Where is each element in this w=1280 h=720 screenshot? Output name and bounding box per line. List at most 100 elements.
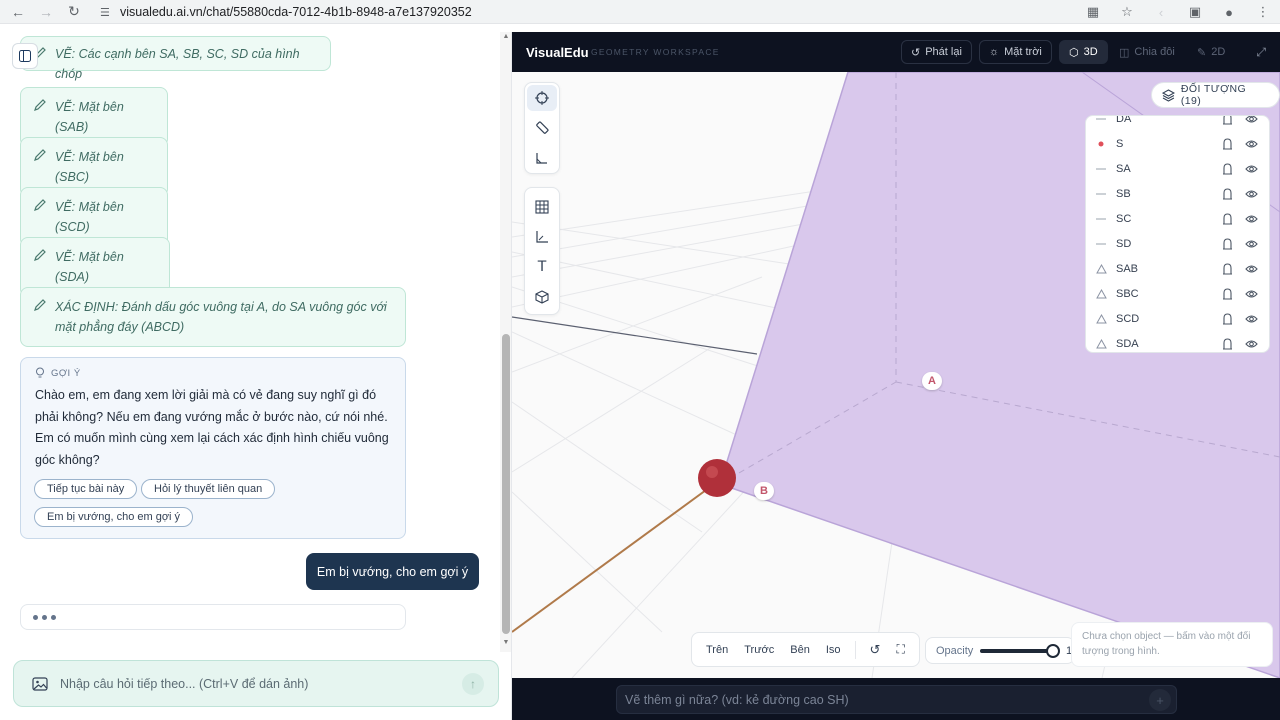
ruler-icon [536,121,549,134]
site-info-icon[interactable]: ☰ [100,6,120,19]
opacity-slider-knob[interactable] [1046,644,1060,658]
split-label: Chia đôi [1134,46,1175,58]
step-draw-edges[interactable]: VẼ: Các cạnh bên SA, SB, SC, SD của hình… [20,36,331,81]
triangle-icon [1095,263,1107,273]
eye-icon[interactable] [1239,314,1263,324]
forward-icon[interactable]: → [32,0,60,24]
triangle-icon [1095,338,1107,348]
axes-tool[interactable] [525,222,559,252]
pencil-icon [34,199,46,211]
command-input[interactable]: Vẽ thêm gì nữa? (vd: kẻ đường cao SH) [616,685,1177,714]
object-row-s[interactable]: S [1086,131,1269,156]
object-row-sd[interactable]: SD [1086,231,1269,256]
chip-ask-theory[interactable]: Hỏi lý thuyết liên quan [141,479,276,499]
pencil-icon [34,249,46,261]
split-view-button[interactable]: ◫ Chia đôi [1109,40,1185,64]
line-icon [1096,168,1106,169]
eye-icon[interactable] [1239,164,1263,174]
image-upload-icon[interactable] [32,676,48,692]
chip-get-hint[interactable]: Em bị vướng, cho em gợi ý [34,507,194,527]
sidebar-icon [19,50,31,62]
eye-icon[interactable] [1239,214,1263,224]
reset-view-icon[interactable]: ↺ [864,642,887,658]
view-iso-button[interactable]: Iso [820,644,847,656]
point-label-a[interactable]: A [922,372,942,390]
eye-icon[interactable] [1239,339,1263,349]
eye-icon[interactable] [1239,239,1263,249]
object-type-icon [1086,242,1116,246]
text-tool[interactable]: T [525,252,559,282]
view-side-button[interactable]: Bên [784,644,816,656]
measure-tool[interactable] [525,113,559,143]
eye-icon[interactable] [1239,139,1263,149]
opacity-slider-track[interactable] [980,649,1053,653]
object-row-da[interactable]: DA [1086,115,1269,131]
objects-toggle-button[interactable]: ĐỐI TƯỢNG (19) [1151,82,1280,108]
object-row-sab[interactable]: SAB [1086,256,1269,281]
view-front-button[interactable]: Trước [738,644,780,656]
hint-message: Chào em, em đang xem lời giải mà có vẻ đ… [35,385,391,471]
lock-icon[interactable] [1215,337,1239,350]
angle-tool[interactable] [525,143,559,173]
select-tool[interactable] [527,85,557,111]
solid-tool[interactable] [525,282,559,312]
menu-kebab-icon[interactable]: ⋮ [1246,0,1280,24]
object-type-icon [1086,263,1116,274]
lock-icon[interactable] [1215,237,1239,250]
object-name: SA [1116,162,1131,175]
translate-icon[interactable]: ▦ [1076,0,1110,24]
object-row-sda[interactable]: SDA [1086,331,1269,352]
send-button[interactable]: ↑ [462,673,484,695]
profile-avatar[interactable]: ● [1212,0,1246,24]
fullscreen-icon[interactable]: ⤢ [1256,45,1266,60]
address-bar[interactable]: ☰ visualedu.ai.vn/chat/55880cda-7012-4b1… [100,2,1068,22]
lock-icon[interactable] [1215,137,1239,150]
object-row-sbc[interactable]: SBC [1086,281,1269,306]
object-row-scd[interactable]: SCD [1086,306,1269,331]
command-send-button[interactable]: + [1149,689,1171,711]
objects-label: ĐỐI TƯỢNG (19) [1180,83,1247,107]
chat-input[interactable]: Nhập câu hỏi tiếp theo... (Ctrl+V để dán… [13,660,499,707]
chat-scrollbar[interactable]: ▲ ▼ [500,32,511,652]
point-b-marker[interactable] [698,459,736,497]
view-top-button[interactable]: Trên [700,644,734,656]
triangle-icon [1095,313,1107,323]
eye-icon[interactable] [1239,116,1263,124]
sun-button[interactable]: ☼ Mặt trời [979,40,1052,64]
scroll-down-arrow[interactable]: ▼ [500,638,511,648]
object-row-sb[interactable]: SB [1086,181,1269,206]
lock-icon[interactable] [1215,287,1239,300]
object-row-sc[interactable]: SC [1086,206,1269,231]
lock-icon[interactable] [1215,312,1239,325]
lock-icon[interactable] [1215,262,1239,275]
replay-button[interactable]: ↺ Phát lại [901,40,972,64]
back-icon[interactable]: ← [4,0,32,24]
object-name: SB [1116,187,1131,200]
lock-icon[interactable] [1215,212,1239,225]
reload-icon[interactable]: ↻ [60,0,88,24]
eye-icon[interactable] [1239,264,1263,274]
grid-tool[interactable] [525,192,559,222]
eye-icon[interactable] [1239,289,1263,299]
view-3d-button[interactable]: ⬡ 3D [1059,40,1108,64]
view-2d-button[interactable]: ✎ 2D [1187,40,1235,64]
cube-icon: ⬡ [1069,46,1079,59]
bookmark-star-icon[interactable]: ☆ [1110,0,1144,24]
extensions-icon[interactable]: ▣ [1178,0,1212,24]
lock-icon[interactable] [1215,162,1239,175]
sidebar-toggle-button[interactable] [12,43,38,69]
lock-icon[interactable] [1215,187,1239,200]
scroll-thumb[interactable] [502,334,510,634]
fit-view-icon[interactable]: ⛶ [890,642,910,657]
step-mark-right-angle[interactable]: XÁC ĐỊNH: Đánh dấu góc vuông tại A, do S… [20,287,406,347]
chip-continue[interactable]: Tiếp tục bài này [34,479,138,499]
object-type-icon [1086,338,1116,349]
object-row-sa[interactable]: SA [1086,156,1269,181]
object-name: DA [1116,115,1132,125]
point-label-b[interactable]: B [754,482,774,500]
point-highlight [706,466,718,478]
scroll-up-arrow[interactable]: ▲ [500,32,511,42]
lock-icon[interactable] [1215,116,1239,125]
eye-icon[interactable] [1239,189,1263,199]
hint-line: góc không? [35,452,100,467]
